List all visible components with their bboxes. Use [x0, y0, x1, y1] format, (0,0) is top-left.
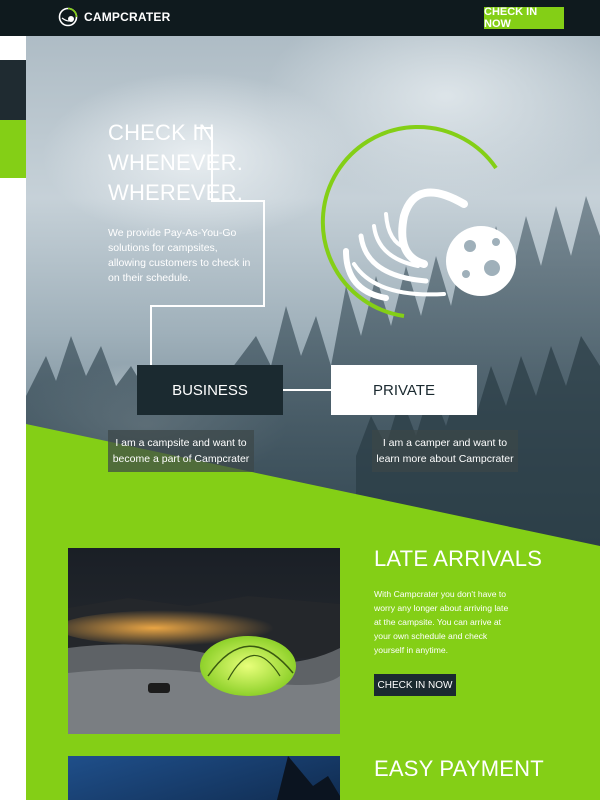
headline-line-2: WHENEVER.	[108, 150, 244, 175]
late-arrivals-text: With Campcrater you don't have to worry …	[374, 589, 509, 655]
brand-name: CAMPCRATER	[84, 10, 171, 24]
easy-payment-image	[68, 756, 340, 800]
tent-night-photo	[68, 548, 340, 734]
business-button[interactable]: BUSINESS	[137, 365, 283, 415]
left-edge-green-strip	[0, 120, 26, 178]
hero-description: We provide Pay-As-You-Go solutions for c…	[108, 227, 251, 284]
hero-section: CHECK IN WHENEVER. WHEREVER. We provide …	[26, 36, 600, 800]
top-nav: CAMPCRATER CHECK IN NOW	[0, 0, 600, 36]
late-arrivals-title: LATE ARRIVALS	[374, 546, 543, 571]
campcrater-logo-icon	[58, 7, 78, 27]
headline-line-3: WHEREVER.	[108, 180, 244, 205]
private-caption: I am a camper and want to learn more abo…	[372, 430, 518, 472]
left-edge-dark-strip	[0, 60, 26, 120]
easy-payment-title: EASY PAYMENT	[374, 756, 544, 781]
private-button[interactable]: PRIVATE	[331, 365, 477, 415]
headline-line-1: CHECK IN	[108, 120, 215, 145]
business-caption: I am a campsite and want to become a par…	[108, 430, 254, 472]
late-arrivals-check-in-button[interactable]: CHECK IN NOW	[374, 674, 456, 696]
night-sky-photo	[68, 756, 340, 800]
hero-headline: CHECK IN WHENEVER. WHEREVER.	[108, 118, 243, 208]
brand-logo[interactable]: CAMPCRATER	[58, 7, 170, 27]
late-arrivals-image	[68, 548, 340, 734]
check-in-now-button[interactable]: CHECK IN NOW	[484, 6, 564, 30]
